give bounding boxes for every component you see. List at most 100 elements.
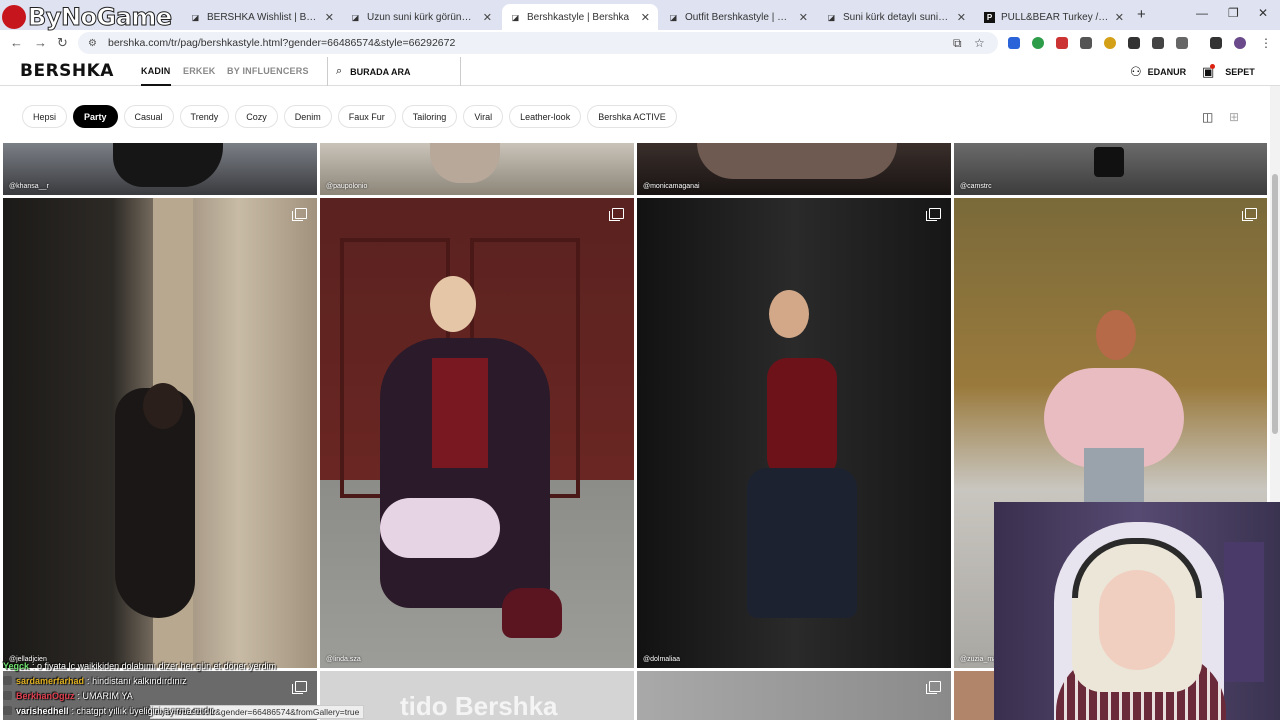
streamer-webcam [994,502,1280,720]
chip-tailoring[interactable]: Tailoring [401,105,458,128]
multi-image-icon [292,208,307,221]
search-placeholder: BURADA ARA [350,66,411,77]
pullbear-favicon-icon: P [984,11,995,23]
browser-tab-strip: ✕ ◪ BERSHKA Wishlist | Bershka ✕ ◪ Uzun … [0,0,1280,30]
chat-message: BerkhanOguz : UMARIM YA [0,688,420,703]
browser-tab[interactable]: ◪ BERSHKA Wishlist | Bershka ✕ [182,4,342,30]
new-tab-icon[interactable]: + [1137,6,1146,23]
install-app-icon[interactable]: ⧉ [953,36,962,51]
browser-tab-active[interactable]: ◪ Bershkastyle | Bershka ✕ [502,4,658,30]
stream-logo: ByNoGame [2,2,173,32]
chat-text: UMARIM YA [82,690,133,701]
gallery-tile[interactable]: @linda.sza [320,198,634,668]
translate-extension-icon[interactable] [1008,37,1020,49]
chip-hepsi[interactable]: Hepsi [22,105,68,128]
tile-username[interactable]: @monicamaganai [643,183,700,190]
tab-title: Uzun suni kürk görünümlü kaba [367,11,477,23]
media-control-icon[interactable] [1210,37,1222,49]
site-settings-icon[interactable]: ⚙ [88,38,100,49]
gallery-tile[interactable]: @paupolonio [320,143,634,195]
cart-label: SEPET [1225,67,1255,77]
adblock-extension-icon[interactable] [1032,37,1044,49]
cart-link[interactable]: ▣ SEPET [1202,63,1255,80]
gallery-tile[interactable]: @dolmaliaa [637,198,951,668]
user-icon: ⚇ [1130,64,1142,79]
chat-badge-icon [3,691,12,700]
nav-link-kadin[interactable]: KADIN [141,66,171,86]
tile-username[interactable]: @dolmaliaa [643,656,680,663]
bershka-favicon-icon: ◪ [669,12,678,22]
close-icon[interactable]: ✕ [325,11,334,24]
nav-link-erkek[interactable]: ERKEK [183,66,216,76]
close-window-icon[interactable]: ✕ [1258,6,1268,20]
close-icon[interactable]: ✕ [799,11,808,24]
extension-icon[interactable] [1152,37,1164,49]
extension-icon[interactable] [1056,37,1068,49]
tile-username[interactable]: @zuzia_ma [960,656,997,663]
photo-legs-shape [430,143,500,183]
browser-menu-icon[interactable]: ⋮ [1260,36,1272,50]
chip-faux-fur[interactable]: Faux Fur [337,105,396,128]
browser-tab[interactable]: ◪ Outfit Bershkastyle | Bershka Tü ✕ [660,4,816,30]
gallery-tile[interactable]: @jelladjcien [3,198,317,668]
browser-tab[interactable]: ◪ Uzun suni kürk görünümlü kaba ✕ [342,4,500,30]
account-link[interactable]: ⚇ EDANUR [1130,64,1186,80]
site-header: BERSHKA KADIN ERKEK BY INFLUENCERS ⌕ BUR… [0,57,1280,86]
forward-arrow-icon[interactable]: → [34,35,47,50]
chip-cozy[interactable]: Cozy [235,105,278,128]
search-input[interactable]: ⌕ BURADA ARA [327,57,461,86]
chip-trendy[interactable]: Trendy [179,105,230,128]
close-icon[interactable]: ✕ [1115,11,1124,24]
reload-icon[interactable]: ↻ [57,35,68,51]
multi-image-icon [1242,208,1257,221]
restore-icon[interactable]: ❐ [1228,6,1239,20]
chat-text: hindistanı kalkındırdınız [92,675,187,686]
minimize-icon[interactable]: — [1196,6,1208,20]
multi-image-icon [926,681,941,694]
tile-username[interactable]: @camstrc [960,183,992,190]
tile-username[interactable]: @paupolonio [326,183,367,190]
chip-casual[interactable]: Casual [123,105,174,128]
tab-title: Suni kürk detaylı suni deri kaba [843,11,951,23]
extension-icon[interactable] [1080,37,1092,49]
close-icon[interactable]: ✕ [641,11,650,24]
screenshot-extension-icon[interactable] [1128,37,1140,49]
webcam-shelf-shape [1224,542,1264,682]
photo-legs-shape [113,143,223,187]
photo-legs-shape [380,498,500,558]
bookmark-star-icon[interactable]: ☆ [974,36,985,50]
bershka-favicon-icon: ◪ [827,12,836,22]
chat-username: sardamerfarhad [16,675,85,686]
chip-denim[interactable]: Denim [283,105,332,128]
address-bar-row: ← → ↻ ⚙ bershka.com/tr/pag/bershkastyle.… [0,30,1280,56]
profile-avatar[interactable] [1234,37,1246,49]
chat-message: sardamerfarhad : hindistanı kalkındırdın… [0,673,420,688]
back-arrow-icon[interactable]: ← [10,35,23,50]
gallery-tile[interactable]: @camstrc [954,143,1267,195]
tile-username[interactable]: @khansa__r [9,183,49,190]
chip-viral[interactable]: Viral [463,105,504,128]
tab-title: Bershkastyle | Bershka [527,11,630,23]
gallery-tile[interactable] [637,671,951,720]
extension-icon[interactable] [1104,37,1116,49]
photo-head-shape [769,290,809,338]
stream-logo-text: ByNoGame [28,3,173,32]
close-icon[interactable]: ✕ [957,11,966,24]
chip-leather-look[interactable]: Leather-look [509,105,582,128]
browser-tab[interactable]: P PULL&BEAR Turkey / Türkiye | ✕ [976,4,1132,30]
url-bar[interactable]: ⚙ bershka.com/tr/pag/bershkastyle.html?g… [78,32,998,54]
gallery-tile[interactable]: @khansa__r [3,143,317,195]
chat-badge-icon [3,676,12,685]
nav-link-by-influencers[interactable]: BY INFLUENCERS [227,66,309,76]
browser-tab[interactable]: ◪ Suni kürk detaylı suni deri kaba ✕ [818,4,974,30]
grid-view-icon[interactable]: ⊞ [1229,110,1239,124]
chip-party[interactable]: Party [73,105,118,128]
gallery-tile[interactable]: @monicamaganai [637,143,951,195]
chip-bershka-active[interactable]: Bershka ACTIVE [587,105,677,128]
scrollbar-thumb[interactable] [1272,174,1278,434]
photo-jeans-shape [747,468,857,618]
two-column-view-icon[interactable]: ◫ [1202,110,1213,124]
brand-logo[interactable]: BERSHKA [20,61,114,81]
close-icon[interactable]: ✕ [483,11,492,24]
extensions-puzzle-icon[interactable] [1176,37,1188,49]
